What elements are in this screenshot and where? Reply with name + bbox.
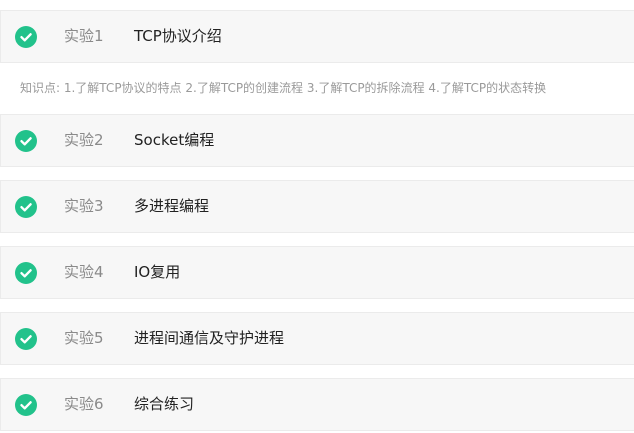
check-circle-icon bbox=[15, 26, 37, 48]
lab-title[interactable]: IO复用 bbox=[134, 247, 180, 298]
lab-number: 实验6 bbox=[64, 395, 104, 413]
check-circle-icon bbox=[15, 196, 37, 218]
lab-number: 实验1 bbox=[64, 27, 104, 45]
check-circle-icon bbox=[15, 394, 37, 416]
lab-row-4[interactable]: 实验4 IO复用 bbox=[0, 246, 634, 299]
lab-number: 实验3 bbox=[64, 197, 104, 215]
lab-knowledge-points: 知识点: 1.了解TCP协议的特点 2.了解TCP的创建流程 3.了解TCP的拆… bbox=[20, 81, 547, 95]
lab-row-2[interactable]: 实验2 Socket编程 bbox=[0, 114, 634, 167]
lab-list: 实验1 TCP协议介绍 知识点: 1.了解TCP协议的特点 2.了解TCP的创建… bbox=[0, 10, 634, 431]
lab-row-1[interactable]: 实验1 TCP协议介绍 bbox=[0, 10, 634, 63]
lab-title[interactable]: Socket编程 bbox=[134, 115, 214, 166]
lab-row-3[interactable]: 实验3 多进程编程 bbox=[0, 180, 634, 233]
check-circle-icon bbox=[15, 262, 37, 284]
lab-row-5[interactable]: 实验5 进程间通信及守护进程 bbox=[0, 312, 634, 365]
lab-title[interactable]: 多进程编程 bbox=[134, 181, 209, 232]
lab-number: 实验5 bbox=[64, 329, 104, 347]
lab-number: 实验4 bbox=[64, 263, 104, 281]
lab-row-6[interactable]: 实验6 综合练习 bbox=[0, 378, 634, 431]
lab-title[interactable]: TCP协议介绍 bbox=[134, 11, 222, 62]
lab-title[interactable]: 综合练习 bbox=[134, 379, 194, 430]
lab-title[interactable]: 进程间通信及守护进程 bbox=[134, 313, 284, 364]
lab-number: 实验2 bbox=[64, 131, 104, 149]
check-circle-icon bbox=[15, 328, 37, 350]
check-circle-icon bbox=[15, 130, 37, 152]
